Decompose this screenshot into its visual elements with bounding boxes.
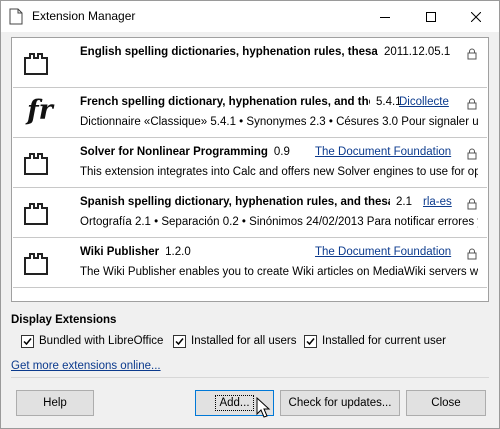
maximize-button[interactable] [408,1,454,32]
puzzle-piece-icon [24,253,48,275]
extension-publisher-link[interactable]: The Document Foundation [315,146,451,158]
window-title: Extension Manager [32,9,136,23]
current-user-checkbox-label: Installed for current user [322,335,447,347]
extension-publisher-link[interactable]: Dicollecte [399,96,449,108]
check-for-updates-button[interactable]: Check for updates... [280,390,400,416]
fr-logo-icon: fr [27,95,53,126]
separator [11,377,489,378]
extension-version: 5.4.1 [376,96,402,108]
extension-version: 1.2.0 [165,246,191,258]
extension-publisher-link[interactable]: rla-es [423,196,452,208]
document-icon [9,8,23,25]
puzzle-piece-icon [24,203,48,225]
extension-row-french-dictionary[interactable]: fr French spelling dictionary, hyphenati… [13,89,487,138]
checkmark-icon [23,337,32,345]
extension-publisher-link[interactable]: The Document Foundation [315,246,451,258]
extension-description: Dictionnaire «Classique» 5.4.1 • Synonym… [80,116,478,128]
extension-description: This extension integrates into Calc and … [80,166,478,178]
checkbox-box[interactable] [304,334,317,348]
minimize-icon [380,16,390,18]
get-more-extensions-link[interactable]: Get more extensions online... [11,360,161,372]
minimize-button[interactable] [362,1,408,32]
extension-row-english-dictionaries[interactable]: English spelling dictionaries, hyphenati… [13,39,487,88]
extension-name: Wiki Publisher [80,246,160,258]
lock-icon [467,98,477,110]
add-button-label: Add... [215,395,254,411]
extension-row-spanish-dictionary[interactable]: Spanish spelling dictionary, hyphenation… [13,189,487,238]
lock-icon [467,198,477,210]
help-button-label: Help [43,397,67,409]
close-button-label: Close [431,397,461,409]
extension-name: Spanish spelling dictionary, hyphenation… [80,196,390,208]
mouse-pointer-icon [256,397,271,418]
checkbox-box[interactable] [21,334,34,348]
extension-version: 0.9 [273,146,290,158]
display-extensions-label: Display Extensions [11,314,117,326]
maximize-icon [426,11,436,22]
extension-list[interactable]: English spelling dictionaries, hyphenati… [11,37,489,302]
bundled-checkbox[interactable]: Bundled with LibreOffice [21,334,163,348]
all-users-checkbox[interactable]: Installed for all users [173,334,296,348]
extension-version: 2.1 [396,196,412,208]
lock-icon [467,48,477,60]
current-user-checkbox[interactable]: Installed for current user [304,334,446,348]
extension-name: English spelling dictionaries, hyphenati… [80,46,378,58]
extension-name: Solver for Nonlinear Programming [80,146,268,158]
extension-row-solver[interactable]: Solver for Nonlinear Programming 0.9 The … [13,139,487,188]
puzzle-piece-icon [24,153,48,175]
close-window-button[interactable] [453,1,499,32]
extension-description: Ortografía 2.1 • Separación 0.2 • Sinóni… [80,216,478,228]
extension-manager-window: Extension Manager English spelling dicti… [0,0,500,429]
close-icon [471,11,481,22]
extension-version: 2011.12.05.1 [384,46,451,58]
all-users-checkbox-label: Installed for all users [191,335,297,347]
extension-row-wiki-publisher[interactable]: Wiki Publisher 1.2.0 The Document Foundat… [13,239,487,288]
checkmark-icon [306,337,315,345]
close-button[interactable]: Close [406,390,486,416]
title-bar[interactable]: Extension Manager [1,1,499,32]
lock-icon [467,248,477,260]
help-button[interactable]: Help [16,390,94,416]
lock-icon [467,148,477,160]
extension-description: The Wiki Publisher enables you to create… [80,266,478,278]
checkmark-icon [175,337,184,345]
check-for-updates-label: Check for updates... [288,397,392,409]
checkbox-box[interactable] [173,334,186,348]
puzzle-piece-icon [24,53,48,75]
bundled-checkbox-label: Bundled with LibreOffice [39,335,164,347]
extension-name: French spelling dictionary, hyphenation … [80,96,370,108]
